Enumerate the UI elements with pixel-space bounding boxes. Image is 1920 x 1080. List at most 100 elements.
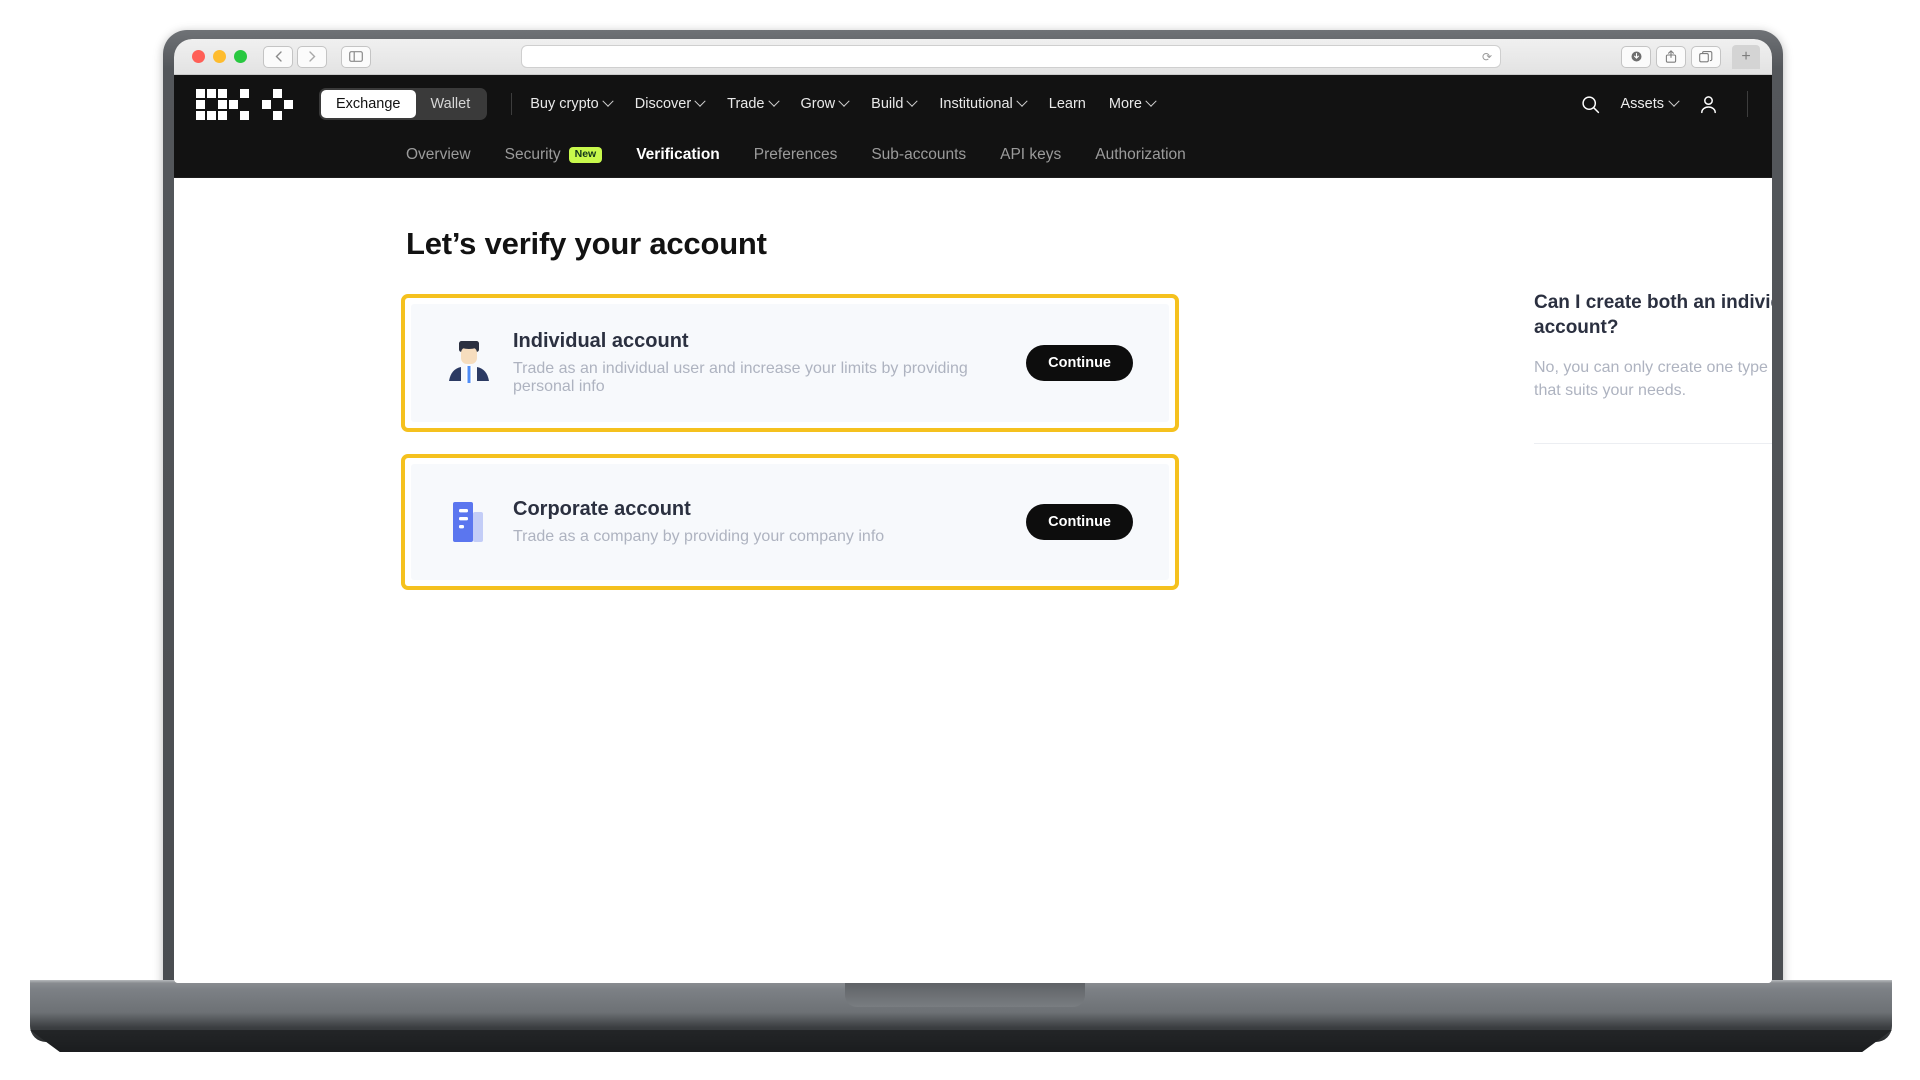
corporate-building-icon bbox=[453, 502, 483, 542]
corporate-account-card[interactable]: Corporate account Trade as a company by … bbox=[401, 454, 1179, 590]
subtab-label: Preferences bbox=[753, 146, 838, 163]
minimize-window-button[interactable] bbox=[213, 50, 226, 63]
browser-nav-buttons bbox=[263, 45, 327, 68]
card-title: Corporate account bbox=[513, 498, 691, 520]
address-bar[interactable]: ⟳ bbox=[521, 45, 1501, 68]
card-body: Corporate account Trade as a company by … bbox=[411, 464, 1169, 580]
share-button[interactable] bbox=[1656, 45, 1686, 68]
user-avatar-icon bbox=[1701, 95, 1716, 113]
card-description: Trade as an individual user and increase… bbox=[513, 360, 968, 395]
card-title: Individual account bbox=[513, 330, 689, 352]
nav-item-more[interactable]: More bbox=[1108, 95, 1157, 112]
chevron-down-icon bbox=[602, 95, 614, 107]
account-subnav: Overview Security New Verification Prefe… bbox=[174, 133, 1772, 178]
account-type-list: Individual account Trade as an individua… bbox=[401, 294, 1179, 612]
okx-logo[interactable] bbox=[196, 88, 293, 120]
site-header: Exchange Wallet Buy crypto Discover Trad… bbox=[174, 75, 1772, 133]
nav-item-grow[interactable]: Grow bbox=[800, 95, 850, 112]
individual-person-icon bbox=[449, 341, 489, 383]
assets-menu[interactable]: Assets bbox=[1620, 95, 1680, 112]
card-description: Trade as a company by providing your com… bbox=[513, 528, 885, 545]
maximize-window-button[interactable] bbox=[234, 50, 247, 63]
segment-exchange[interactable]: Exchange bbox=[321, 90, 416, 118]
card-text: Individual account Trade as an individua… bbox=[513, 330, 1026, 396]
close-window-button[interactable] bbox=[192, 50, 205, 63]
screenshot-stage: ⟳ + Exchange Wallet Buy crypto Discover … bbox=[0, 0, 1920, 1080]
new-badge: New bbox=[568, 147, 603, 163]
page-viewport: Exchange Wallet Buy crypto Discover Trad… bbox=[174, 75, 1772, 983]
window-traffic-lights bbox=[192, 50, 247, 63]
corporate-continue-button[interactable]: Continue bbox=[1026, 504, 1133, 540]
browser-toolbar-actions: + bbox=[1621, 44, 1760, 69]
card-body: Individual account Trade as an individua… bbox=[411, 304, 1169, 422]
faq-answer: No, you can only create one type of acco… bbox=[1534, 359, 1772, 400]
laptop-screen: ⟳ + Exchange Wallet Buy crypto Discover … bbox=[174, 39, 1772, 983]
nav-label: Learn bbox=[1048, 96, 1086, 112]
downloads-button[interactable] bbox=[1621, 45, 1651, 68]
search-button[interactable] bbox=[1581, 95, 1600, 114]
header-actions: Assets bbox=[1581, 91, 1748, 117]
chevron-down-icon bbox=[767, 95, 780, 107]
nav-item-institutional[interactable]: Institutional bbox=[939, 95, 1028, 112]
header-right-divider bbox=[1747, 91, 1748, 117]
nav-label: Trade bbox=[727, 96, 765, 112]
chevron-right-icon bbox=[308, 51, 315, 62]
header-divider bbox=[511, 93, 513, 115]
chevron-down-icon bbox=[1016, 95, 1028, 107]
laptop-base-foot bbox=[30, 1030, 1892, 1052]
nav-label: Build bbox=[871, 96, 904, 112]
reload-icon[interactable]: ⟳ bbox=[1482, 50, 1492, 64]
sidebar-toggle-button[interactable] bbox=[341, 45, 371, 68]
subtab-security[interactable]: Security New bbox=[505, 146, 603, 164]
nav-item-learn[interactable]: Learn bbox=[1049, 96, 1086, 112]
nav-label: More bbox=[1108, 96, 1142, 112]
nav-label: Institutional bbox=[939, 96, 1013, 112]
nav-label: Buy crypto bbox=[530, 96, 599, 112]
profile-button[interactable] bbox=[1698, 94, 1719, 115]
individual-account-card[interactable]: Individual account Trade as an individua… bbox=[401, 294, 1179, 432]
laptop-base-notch bbox=[845, 981, 1085, 1007]
individual-continue-button[interactable]: Continue bbox=[1026, 345, 1133, 381]
subtab-label: Sub-accounts bbox=[871, 146, 967, 163]
back-button[interactable] bbox=[263, 45, 293, 68]
main-content: Let’s verify your account Individual acc… bbox=[174, 178, 1772, 983]
tab-overview-button[interactable] bbox=[1691, 45, 1721, 68]
nav-item-buy-crypto[interactable]: Buy crypto bbox=[530, 95, 614, 112]
faq-panel: Can I create both an individual and a co… bbox=[1534, 290, 1772, 444]
assets-label: Assets bbox=[1620, 96, 1664, 112]
nav-item-discover[interactable]: Discover bbox=[634, 95, 706, 112]
downloads-icon bbox=[1631, 51, 1641, 62]
segment-wallet[interactable]: Wallet bbox=[416, 90, 486, 118]
browser-toolbar: ⟳ + bbox=[174, 39, 1772, 75]
faq-question: Can I create both an individual and a co… bbox=[1534, 292, 1772, 339]
subtab-label: Authorization bbox=[1095, 146, 1186, 163]
new-tab-button[interactable]: + bbox=[1732, 44, 1760, 69]
subtab-preferences[interactable]: Preferences bbox=[754, 146, 838, 164]
subtab-verification[interactable]: Verification bbox=[636, 146, 720, 164]
chevron-left-icon bbox=[275, 51, 282, 62]
sidebar-toggle-icon bbox=[349, 51, 363, 62]
nav-item-trade[interactable]: Trade bbox=[727, 95, 780, 112]
card-text: Corporate account Trade as a company by … bbox=[513, 498, 1026, 546]
tab-overview-icon bbox=[1699, 50, 1713, 62]
chevron-down-icon bbox=[838, 95, 850, 107]
nav-label: Grow bbox=[800, 96, 836, 112]
subtab-label: Verification bbox=[636, 146, 720, 163]
subtab-api-keys[interactable]: API keys bbox=[1000, 146, 1061, 164]
forward-button[interactable] bbox=[297, 45, 327, 68]
primary-nav: Buy crypto Discover Trade Grow Build Ins… bbox=[530, 95, 1157, 112]
share-icon bbox=[1665, 50, 1677, 63]
subtab-overview[interactable]: Overview bbox=[406, 146, 471, 164]
nav-item-build[interactable]: Build bbox=[871, 95, 919, 112]
chevron-down-icon bbox=[1668, 95, 1680, 107]
nav-label: Discover bbox=[634, 96, 692, 112]
search-icon bbox=[1582, 95, 1600, 113]
chevron-down-icon bbox=[1145, 95, 1157, 107]
subtab-label: API keys bbox=[1000, 146, 1062, 163]
subtab-label: Overview bbox=[406, 146, 471, 163]
chevron-down-icon bbox=[694, 95, 706, 107]
page-title: Let’s verify your account bbox=[406, 226, 767, 261]
subtab-authorization[interactable]: Authorization bbox=[1095, 146, 1185, 164]
chevron-down-icon bbox=[906, 95, 919, 107]
subtab-sub-accounts[interactable]: Sub-accounts bbox=[871, 146, 966, 164]
